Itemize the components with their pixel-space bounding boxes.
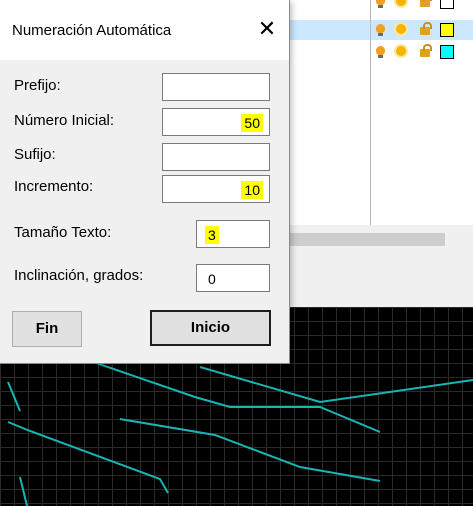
lock-icon[interactable] [420,22,432,35]
dialog-title: Numeración Automática [12,22,172,39]
layer-color-swatch[interactable] [440,0,454,9]
layer-row[interactable] [290,0,473,12]
close-icon[interactable]: ✕ [250,12,284,46]
sun-icon[interactable] [396,24,406,34]
lock-icon[interactable] [420,0,432,7]
incremento-input[interactable]: 10 [162,175,270,203]
sun-icon[interactable] [396,0,406,6]
dialog-titlebar[interactable]: Numeración Automática ✕ [0,0,289,60]
inicio-button[interactable]: Inicio [150,310,271,346]
inclinacion-input[interactable]: 0 [196,264,270,292]
numero-inicial-value: 50 [241,114,263,132]
numero-inicial-label: Número Inicial: [14,112,115,129]
sufijo-label: Sufijo: [14,146,56,163]
layer-color-swatch[interactable] [440,45,454,59]
numeracion-dialog: Numeración Automática ✕ Prefijo: Número … [0,0,290,364]
tamano-texto-label: Tamaño Texto: [14,224,112,241]
panel-divider [370,0,371,225]
incremento-label: Incremento: [14,178,94,195]
polyline [19,476,28,506]
polyline [7,381,21,412]
sufijo-value [257,149,263,151]
sufijo-input[interactable] [162,143,270,171]
bulb-icon[interactable] [376,46,385,58]
inclinacion-value: 0 [208,271,216,287]
lock-icon[interactable] [420,44,432,57]
scrollbar-thumb[interactable] [290,233,445,246]
layer-row[interactable] [290,42,473,62]
prefijo-value [257,79,263,81]
bulb-icon[interactable] [376,0,385,8]
bulb-icon[interactable] [376,24,385,36]
sun-icon[interactable] [396,46,406,56]
layer-panel [290,0,473,225]
polyline [119,418,381,482]
layer-row[interactable] [290,20,473,40]
prefijo-input[interactable] [162,73,270,101]
tamano-texto-value: 3 [205,226,219,244]
prefijo-label: Prefijo: [14,77,61,94]
numero-inicial-input[interactable]: 50 [162,108,270,136]
tamano-texto-input[interactable]: 3 [196,220,270,248]
inclinacion-label: Inclinación, grados: [14,267,144,284]
layer-color-swatch[interactable] [440,23,454,37]
horizontal-scrollbar[interactable] [290,230,473,248]
polyline [7,421,169,494]
incremento-value: 10 [241,181,263,199]
polyline [199,366,473,404]
fin-button[interactable]: Fin [12,311,82,347]
